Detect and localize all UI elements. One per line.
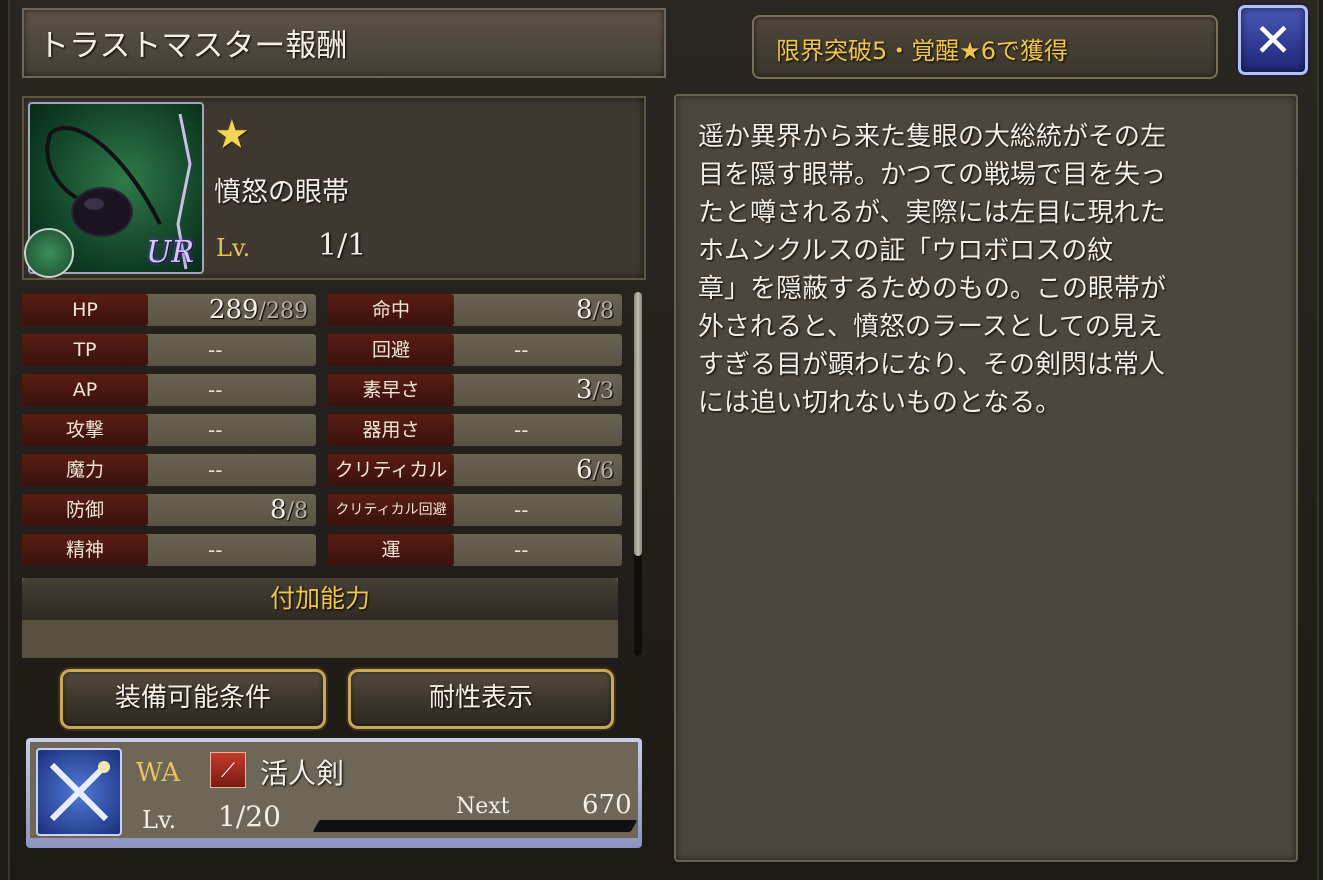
- stat-label: 器用さ: [328, 414, 454, 446]
- stat-label: TP: [22, 334, 148, 366]
- stat-label: 防御: [22, 494, 148, 526]
- stat-value: 8/8: [576, 295, 614, 325]
- scrollbar-thumb[interactable]: [634, 292, 642, 556]
- weapon-ability-next-label: Next: [456, 794, 510, 819]
- crossed-swords-icon: [36, 748, 122, 836]
- additional-ability-panel: 付加能力: [22, 578, 618, 658]
- element-icon: [24, 228, 74, 278]
- weapon-ability-level-label: Lv.: [142, 806, 177, 834]
- unlock-condition-banner: 限界突破5・覚醒★6で獲得: [752, 15, 1218, 79]
- stat-label: 素早さ: [328, 374, 454, 406]
- resistance-button[interactable]: 耐性表示: [348, 669, 614, 729]
- title-banner: トラストマスター報酬: [22, 8, 666, 78]
- stat-hp: HP 289/289: [22, 294, 316, 326]
- stat-dexterity: 器用さ --: [328, 414, 622, 446]
- slash-type-icon: ⟋: [210, 752, 246, 788]
- stat-value: --: [208, 458, 223, 482]
- additional-ability-header: 付加能力: [22, 578, 618, 620]
- stat-evasion: 回避 --: [328, 334, 622, 366]
- description-panel: 遥か異界から来た隻眼の大総統がその左 目を隠す眼帯。かつての戦場で目を失っ たと…: [674, 94, 1298, 862]
- stat-value: --: [208, 538, 223, 562]
- stat-value: --: [514, 538, 529, 562]
- weapon-ability-panel[interactable]: WA ⟋ 活人剣 Lv. 1/20 Next 670: [26, 738, 642, 848]
- stat-value: --: [514, 498, 529, 522]
- stat-luck: 運 --: [328, 534, 622, 566]
- star-icon: ★: [214, 112, 250, 158]
- stat-label: 攻撃: [22, 414, 148, 446]
- stat-value: 3/3: [576, 375, 614, 405]
- weapon-ability-tag: WA: [136, 758, 181, 788]
- weapon-ability-level-value: 1/20: [218, 800, 281, 833]
- stat-value: 289/289: [208, 295, 308, 325]
- stat-label: クリティカル: [328, 454, 454, 486]
- item-name: 憤怒の眼帯: [214, 177, 349, 208]
- item-description: 遥か異界から来た隻眼の大総統がその左 目を隠す眼帯。かつての戦場で目を失っ たと…: [698, 122, 1167, 418]
- stat-magic: 魔力 --: [22, 454, 316, 486]
- stat-value: --: [208, 378, 223, 402]
- stat-value: --: [514, 418, 529, 442]
- stat-value: --: [208, 418, 223, 442]
- stat-label: 命中: [328, 294, 454, 326]
- weapon-ability-exp-bar: [312, 820, 638, 832]
- stat-label: 回避: [328, 334, 454, 366]
- stat-label: 魔力: [22, 454, 148, 486]
- item-level-value: 1/1: [318, 228, 367, 263]
- stat-critical-evasion: クリティカル回避 --: [328, 494, 622, 526]
- stat-tp: TP --: [22, 334, 316, 366]
- stat-label: 運: [328, 534, 454, 566]
- unlock-condition-text: 限界突破5・覚醒★6で獲得: [776, 37, 1069, 65]
- stats-scrollbar[interactable]: [634, 292, 642, 656]
- item-level-label: Lv.: [216, 234, 251, 262]
- stat-spirit: 精神 --: [22, 534, 316, 566]
- stat-label: クリティカル回避: [328, 494, 454, 526]
- stat-value: 6/6: [576, 455, 614, 485]
- stat-ap: AP --: [22, 374, 316, 406]
- weapon-ability-inner: WA ⟋ 活人剣 Lv. 1/20 Next 670: [30, 742, 638, 838]
- stat-value: 8/8: [270, 495, 308, 525]
- equip-conditions-button[interactable]: 装備可能条件: [60, 669, 326, 729]
- stat-label: HP: [22, 294, 148, 326]
- stat-accuracy: 命中 8/8: [328, 294, 622, 326]
- close-button[interactable]: ✕: [1238, 5, 1308, 75]
- weapon-ability-name: 活人剣: [260, 757, 345, 790]
- stat-critical: クリティカル 6/6: [328, 454, 622, 486]
- stat-value: --: [208, 338, 223, 362]
- stat-label: 精神: [22, 534, 148, 566]
- stat-value: --: [514, 338, 529, 362]
- weapon-ability-next-value: 670: [582, 790, 632, 820]
- page-title: トラストマスター報酬: [38, 28, 348, 64]
- stat-defense: 防御 8/8: [22, 494, 316, 526]
- close-icon: ✕: [1253, 13, 1293, 67]
- stat-label: AP: [22, 374, 148, 406]
- item-card: UR ★ 憤怒の眼帯 Lv. 1/1: [22, 96, 646, 280]
- rarity-badge: UR: [146, 235, 194, 270]
- stat-attack: 攻撃 --: [22, 414, 316, 446]
- stat-agility: 素早さ 3/3: [328, 374, 622, 406]
